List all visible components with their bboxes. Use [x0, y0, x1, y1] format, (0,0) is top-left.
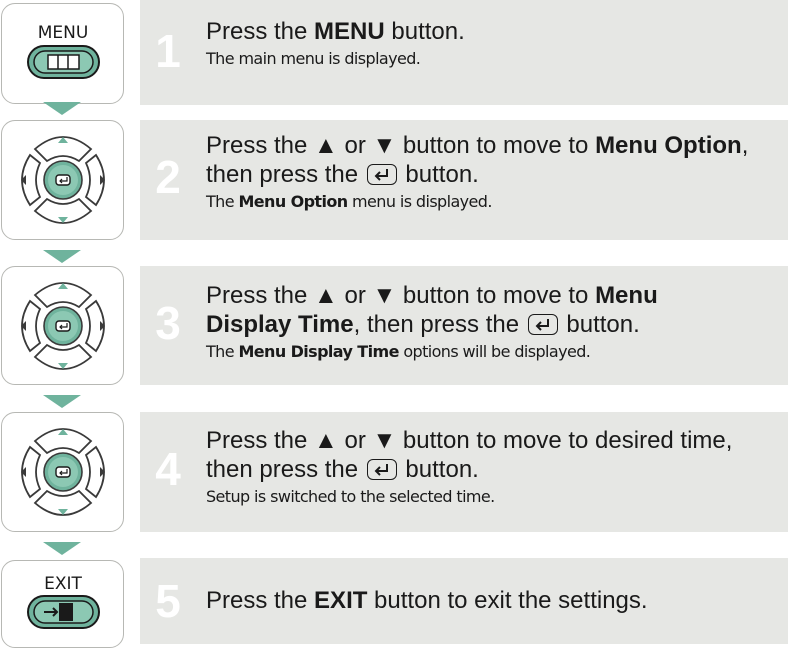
- step-number: 2: [155, 151, 181, 203]
- exit-button-icon: EXIT: [27, 574, 100, 629]
- step-note: Setup is switched to the selected time.: [206, 487, 495, 506]
- step-2: 2 Press the ▲ or ▼ button to move to Men…: [0, 120, 788, 240]
- step-number: 4: [155, 443, 181, 495]
- step-note: The main menu is displayed.: [206, 49, 421, 68]
- step-3: 3 Press the ▲ or ▼ button to move to Men…: [0, 266, 788, 385]
- dpad-icon: [2, 413, 125, 531]
- step-note: The Menu Display Time options will be di…: [206, 342, 591, 361]
- step-4: 4 Press the ▲ or ▼ button to move to des…: [0, 412, 788, 532]
- menu-label: MENU: [38, 23, 89, 43]
- enter-icon: [527, 314, 558, 335]
- step-instruction: Press the MENU button.: [206, 18, 465, 45]
- step-instruction: Press the ▲ or ▼ button to move to Menu …: [206, 132, 749, 188]
- step-note: The Menu Option menu is displayed.: [206, 192, 492, 211]
- down-arrow-icon: [43, 250, 81, 263]
- enter-icon: [366, 164, 397, 185]
- step-number: 3: [155, 297, 181, 349]
- step-number: 1: [155, 25, 181, 77]
- down-arrow-icon: [43, 395, 81, 408]
- exit-button-panel: EXIT: [1, 560, 124, 648]
- step-instruction: Press the ▲ or ▼ button to move to Menu …: [206, 282, 658, 338]
- step-instruction: Press the ▲ or ▼ button to move to desir…: [206, 427, 733, 483]
- menu-button-icon: MENU: [27, 23, 100, 79]
- dpad-panel: [1, 120, 124, 240]
- step-instruction: Press the EXIT button to exit the settin…: [206, 587, 648, 614]
- exit-label: EXIT: [44, 574, 82, 594]
- step-5: EXIT 5 Press the EXIT button to exit the…: [0, 558, 788, 650]
- down-arrow-icon: [43, 542, 81, 555]
- dpad-icon: [2, 267, 125, 385]
- menu-button-panel: MENU: [1, 3, 124, 104]
- step-1: MENU 1 Press the MENU button. The main m…: [0, 0, 788, 105]
- dpad-panel: [1, 412, 124, 532]
- dpad-panel: [1, 266, 124, 385]
- enter-icon: [366, 459, 397, 480]
- dpad-icon: [2, 121, 125, 239]
- step-number: 5: [155, 575, 181, 627]
- down-arrow-icon: [43, 102, 81, 115]
